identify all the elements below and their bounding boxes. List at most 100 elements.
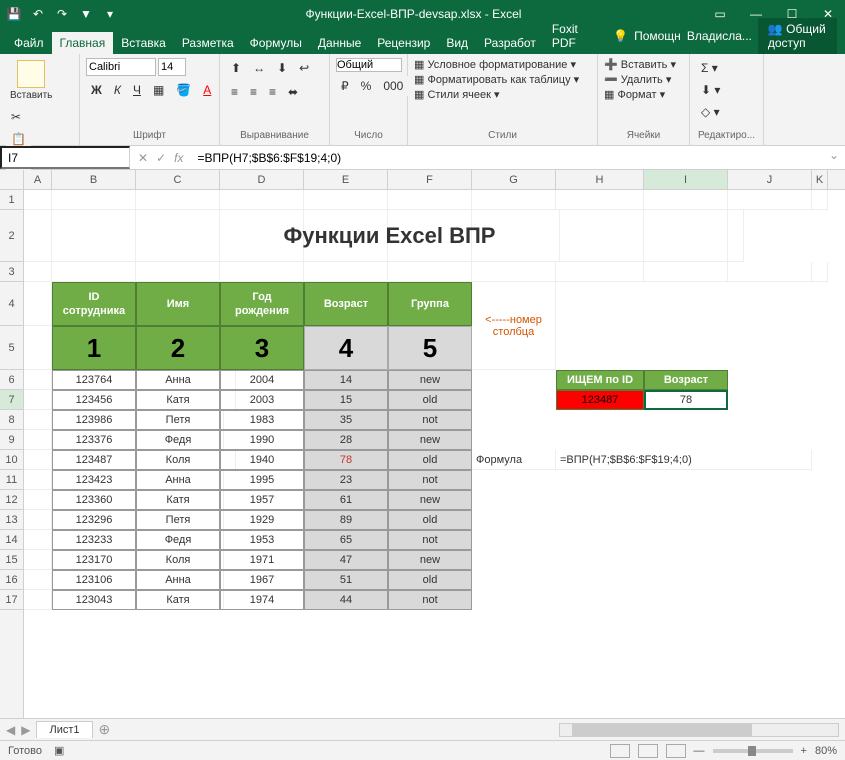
cell-D15[interactable]: 1971 — [220, 550, 304, 570]
border-icon[interactable]: ▦ — [148, 80, 169, 100]
cell-C6[interactable]: Анна — [136, 370, 220, 390]
cell-F15[interactable]: new — [388, 550, 472, 570]
cell-D13[interactable]: 1929 — [220, 510, 304, 530]
number-format-select[interactable] — [336, 58, 402, 72]
fill-color-icon[interactable]: 🪣 — [171, 80, 196, 100]
row-header-14[interactable]: 14 — [0, 530, 23, 550]
font-color-icon[interactable]: A — [198, 80, 216, 100]
cell-D11[interactable]: 1995 — [220, 470, 304, 490]
col-header-E[interactable]: E — [304, 170, 388, 189]
cell-C10[interactable]: Коля — [136, 450, 220, 470]
cell-H7[interactable]: 123487 — [556, 390, 644, 410]
percent-icon[interactable]: % — [356, 76, 377, 96]
cell-A14[interactable] — [24, 530, 52, 550]
cell-H6[interactable]: ИЩЕМ по ID — [556, 370, 644, 390]
merge-icon[interactable]: ⬌ — [283, 82, 303, 102]
cell-D1[interactable] — [220, 190, 304, 210]
cell-C15[interactable]: Коля — [136, 550, 220, 570]
cell-B6[interactable]: 123764 — [52, 370, 136, 390]
cell-E12[interactable]: 61 — [304, 490, 388, 510]
bold-button[interactable]: Ж — [86, 80, 107, 100]
cell-F11[interactable]: not — [388, 470, 472, 490]
col-header-K[interactable]: K — [812, 170, 828, 189]
underline-button[interactable]: Ч — [128, 80, 146, 100]
cell-C8[interactable]: Петя — [136, 410, 220, 430]
tab-review[interactable]: Рецензир — [369, 32, 438, 54]
cell-E16[interactable]: 51 — [304, 570, 388, 590]
tab-developer[interactable]: Разработ — [476, 32, 544, 54]
record-macro-icon[interactable]: ▣ — [54, 744, 64, 757]
cell-B4[interactable]: ID сотрудника — [52, 282, 136, 326]
cell-E13[interactable]: 89 — [304, 510, 388, 530]
help-label[interactable]: Помощн — [634, 29, 681, 43]
cell-B5[interactable]: 1 — [52, 326, 136, 370]
cell-E10[interactable]: 78 — [304, 450, 388, 470]
cell-F16[interactable]: old — [388, 570, 472, 590]
cell-B11[interactable]: 123423 — [52, 470, 136, 490]
tab-foxit[interactable]: Foxit PDF — [544, 18, 605, 54]
comma-icon[interactable]: 000 — [378, 76, 408, 96]
cell-H10[interactable]: =ВПР(H7;$B$6:$F$19;4;0) — [556, 450, 812, 470]
cell-D8[interactable]: 1983 — [220, 410, 304, 430]
row-header-5[interactable]: 5 — [0, 326, 23, 370]
conditional-format-button[interactable]: ▦ Условное форматирование ▾ — [414, 58, 591, 71]
cell-E7[interactable]: 15 — [304, 390, 388, 410]
cell-B17[interactable]: 123043 — [52, 590, 136, 610]
insert-cells-button[interactable]: ➕ Вставить ▾ — [604, 58, 683, 71]
tab-file[interactable]: Файл — [6, 32, 52, 54]
cell-H3[interactable] — [556, 262, 644, 282]
col-header-B[interactable]: B — [52, 170, 136, 189]
cell-A8[interactable] — [24, 410, 52, 430]
cell-D3[interactable] — [220, 262, 304, 282]
col-header-H[interactable]: H — [556, 170, 644, 189]
select-all-cell[interactable] — [0, 170, 24, 189]
cell-B9[interactable]: 123376 — [52, 430, 136, 450]
cell-I3[interactable] — [644, 262, 728, 282]
cell-C7[interactable]: Катя — [136, 390, 220, 410]
cell-D10[interactable]: 1940 — [220, 450, 304, 470]
cut-icon[interactable]: ✂ — [6, 107, 31, 127]
spreadsheet-grid[interactable]: ABCDEFGHIJK 1234567891011121314151617 Фу… — [0, 170, 845, 718]
cell-A16[interactable] — [24, 570, 52, 590]
col-header-A[interactable]: A — [24, 170, 52, 189]
tab-home[interactable]: Главная — [52, 32, 114, 54]
row-header-7[interactable]: 7 — [0, 390, 23, 410]
cell-B8[interactable]: 123986 — [52, 410, 136, 430]
wrap-text-icon[interactable]: ↩ — [294, 58, 314, 78]
cell-A6[interactable] — [24, 370, 52, 390]
cell-D4[interactable]: Год рождения — [220, 282, 304, 326]
row-header-9[interactable]: 9 — [0, 430, 23, 450]
cell-A12[interactable] — [24, 490, 52, 510]
cell-I1[interactable] — [644, 190, 728, 210]
cell-D16[interactable]: 1967 — [220, 570, 304, 590]
align-right-icon[interactable]: ≡ — [264, 82, 281, 102]
cell-C17[interactable]: Катя — [136, 590, 220, 610]
zoom-level[interactable]: 80% — [815, 745, 837, 757]
formula-input[interactable] — [191, 146, 822, 169]
cell-F14[interactable]: not — [388, 530, 472, 550]
cell-F9[interactable]: new — [388, 430, 472, 450]
cell-C5[interactable]: 2 — [136, 326, 220, 370]
cell-E9[interactable]: 28 — [304, 430, 388, 450]
col-header-I[interactable]: I — [644, 170, 728, 189]
cell-A15[interactable] — [24, 550, 52, 570]
align-top-icon[interactable]: ⬆ — [226, 58, 246, 78]
cell-C11[interactable]: Анна — [136, 470, 220, 490]
cell-D17[interactable]: 1974 — [220, 590, 304, 610]
cancel-formula-icon[interactable]: ✕ — [138, 151, 148, 165]
cell-A7[interactable] — [24, 390, 52, 410]
cell-K3[interactable] — [812, 262, 828, 282]
page-break-view-icon[interactable] — [666, 744, 686, 758]
cell-A2[interactable] — [24, 210, 52, 262]
cell-B14[interactable]: 123233 — [52, 530, 136, 550]
align-bottom-icon[interactable]: ⬇ — [272, 58, 292, 78]
cell-A9[interactable] — [24, 430, 52, 450]
cell-J3[interactable] — [728, 262, 812, 282]
qa-more-icon[interactable]: ▾ — [101, 7, 119, 21]
cell-D7[interactable]: 2003 — [220, 390, 304, 410]
currency-icon[interactable]: ₽ — [336, 76, 354, 96]
cell-B16[interactable]: 123106 — [52, 570, 136, 590]
cell-A13[interactable] — [24, 510, 52, 530]
cell-C14[interactable]: Федя — [136, 530, 220, 550]
autosum-icon[interactable]: Σ ▾ — [696, 58, 757, 78]
